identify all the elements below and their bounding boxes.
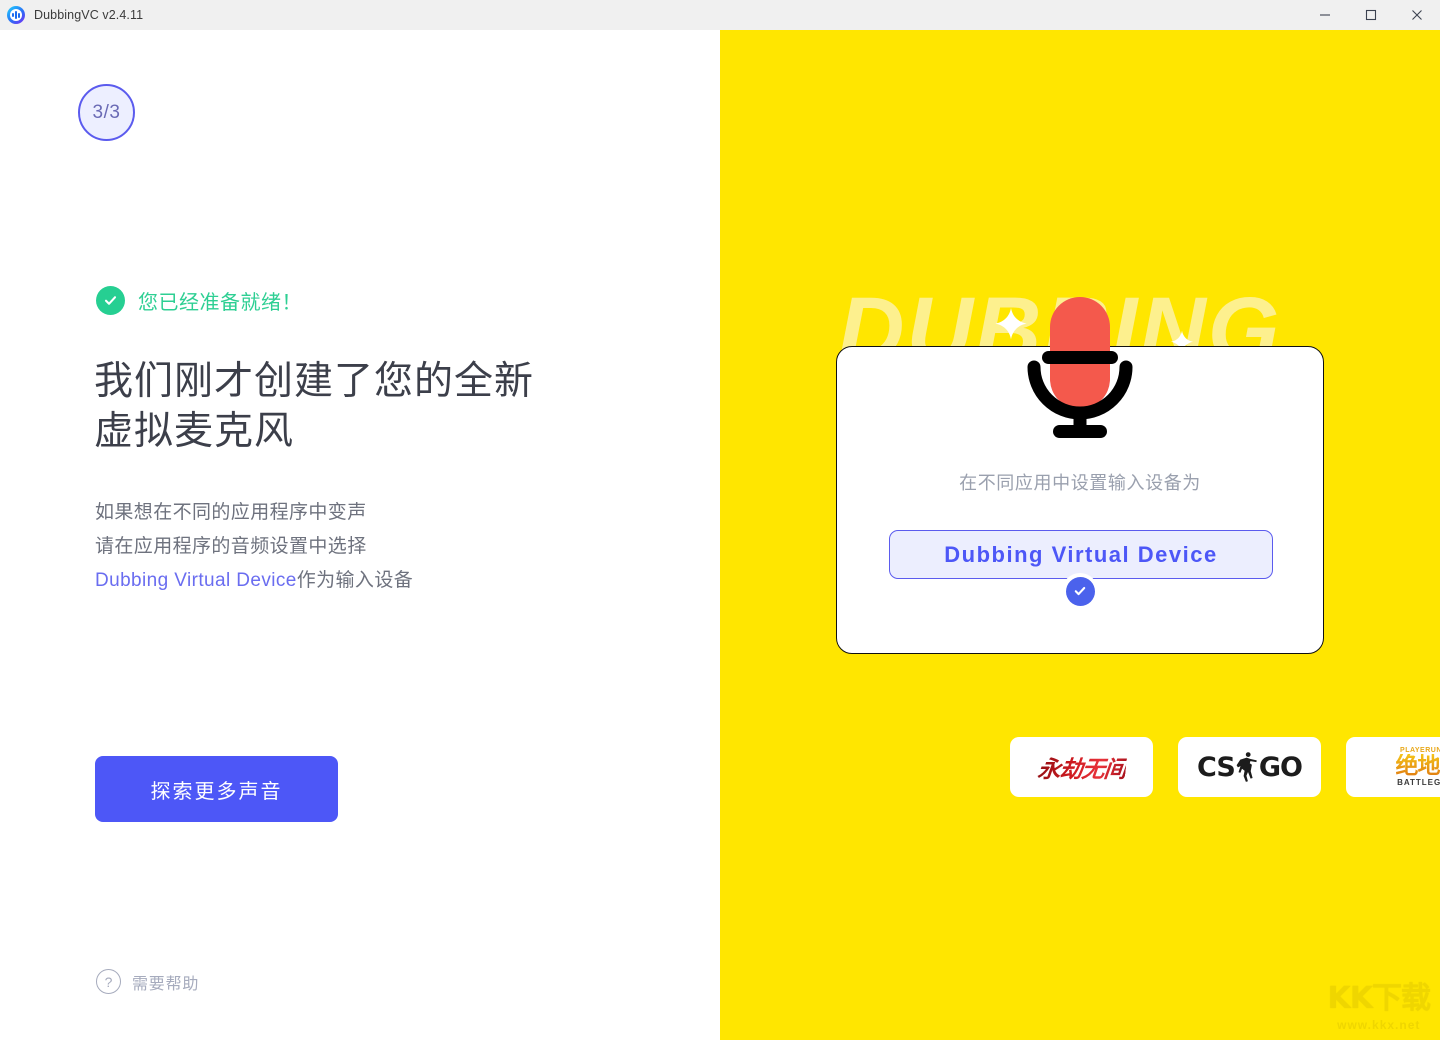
- onboarding-left-panel: 3/3 您已经准备就绪！ 我们刚才创建了您的全新 虚拟麦克风 如果想在不同的应用…: [0, 30, 720, 1040]
- device-card-caption: 在不同应用中设置输入设备为: [959, 473, 1201, 493]
- game-logo-card[interactable]: PLAYERUNKNOWN'S 绝地求生 BATTLEGROUNDS: [1346, 737, 1440, 797]
- ready-status-text: 您已经准备就绪！: [138, 292, 302, 314]
- explore-more-voices-button[interactable]: 探索更多声音: [95, 756, 338, 822]
- csgo-logo-cs: CS: [1197, 751, 1236, 783]
- game-logo-card[interactable]: 永劫无间: [1010, 737, 1153, 797]
- app-icon: [6, 5, 26, 25]
- site-watermark-sub: www.kkx.net: [1337, 1018, 1421, 1032]
- naraka-bladepoint-logo: 永劫无间: [1036, 750, 1128, 784]
- game-logo-card[interactable]: CS GO: [1178, 737, 1321, 797]
- instructions-line-3-tail: 作为输入设备: [296, 570, 414, 591]
- instructions-line-1: 如果想在不同的应用程序中变声: [95, 502, 367, 523]
- ready-status-row: 您已经准备就绪！: [96, 286, 302, 315]
- maximize-button[interactable]: [1348, 0, 1394, 30]
- page-title: 我们刚才创建了您的全新 虚拟麦克风: [94, 357, 654, 457]
- csgo-logo-go: GO: [1258, 751, 1303, 783]
- step-indicator-badge: 3/3: [78, 84, 135, 141]
- site-watermark: KK下载 www.kkx.net: [1328, 973, 1431, 1032]
- need-help-label: 需要帮助: [132, 975, 200, 993]
- window-title: DubbingVC v2.4.11: [34, 8, 144, 22]
- window-titlebar: DubbingVC v2.4.11: [0, 0, 1440, 30]
- window-controls: [1302, 0, 1440, 30]
- microphone-icon: [1020, 295, 1140, 445]
- site-watermark-main: KK下载: [1327, 981, 1431, 1016]
- promo-right-panel: DUBBING 在不同应用中设置输入设备为 Dubbing Virtual De…: [720, 30, 1440, 1040]
- pubg-logo-bottom: BATTLEGROUNDS: [1397, 778, 1440, 787]
- virtual-device-link[interactable]: Dubbing Virtual Device: [95, 570, 297, 591]
- minimize-button[interactable]: [1302, 0, 1348, 30]
- page-title-line-1: 我们刚才创建了您的全新: [94, 360, 535, 403]
- virtual-device-pill[interactable]: Dubbing Virtual Device: [889, 530, 1273, 579]
- pubg-logo-mid: 绝地求生: [1396, 754, 1440, 777]
- instructions-text: 如果想在不同的应用程序中变声 请在应用程序的音频设置中选择 Dubbing Vi…: [95, 496, 635, 598]
- page-title-line-2: 虚拟麦克风: [94, 410, 295, 453]
- need-help-link[interactable]: ? 需要帮助: [96, 969, 199, 994]
- instructions-line-3: Dubbing Virtual Device作为输入设备: [95, 564, 635, 598]
- pubg-logo: PLAYERUNKNOWN'S 绝地求生 BATTLEGROUNDS: [1396, 747, 1440, 787]
- question-mark-icon: ?: [96, 969, 121, 994]
- csgo-soldier-icon: [1236, 752, 1257, 782]
- device-selected-check-icon: [1062, 573, 1098, 609]
- csgo-logo: CS GO: [1197, 750, 1303, 784]
- success-check-icon: [96, 286, 125, 315]
- supported-games-logos: 永劫无间 CS GO PLAYERUNKNOWN'S 绝地求生 BATTLEGR…: [1010, 737, 1440, 797]
- instructions-line-2: 请在应用程序的音频设置中选择: [95, 536, 367, 557]
- close-button[interactable]: [1394, 0, 1440, 30]
- step-indicator-label: 3/3: [92, 101, 121, 123]
